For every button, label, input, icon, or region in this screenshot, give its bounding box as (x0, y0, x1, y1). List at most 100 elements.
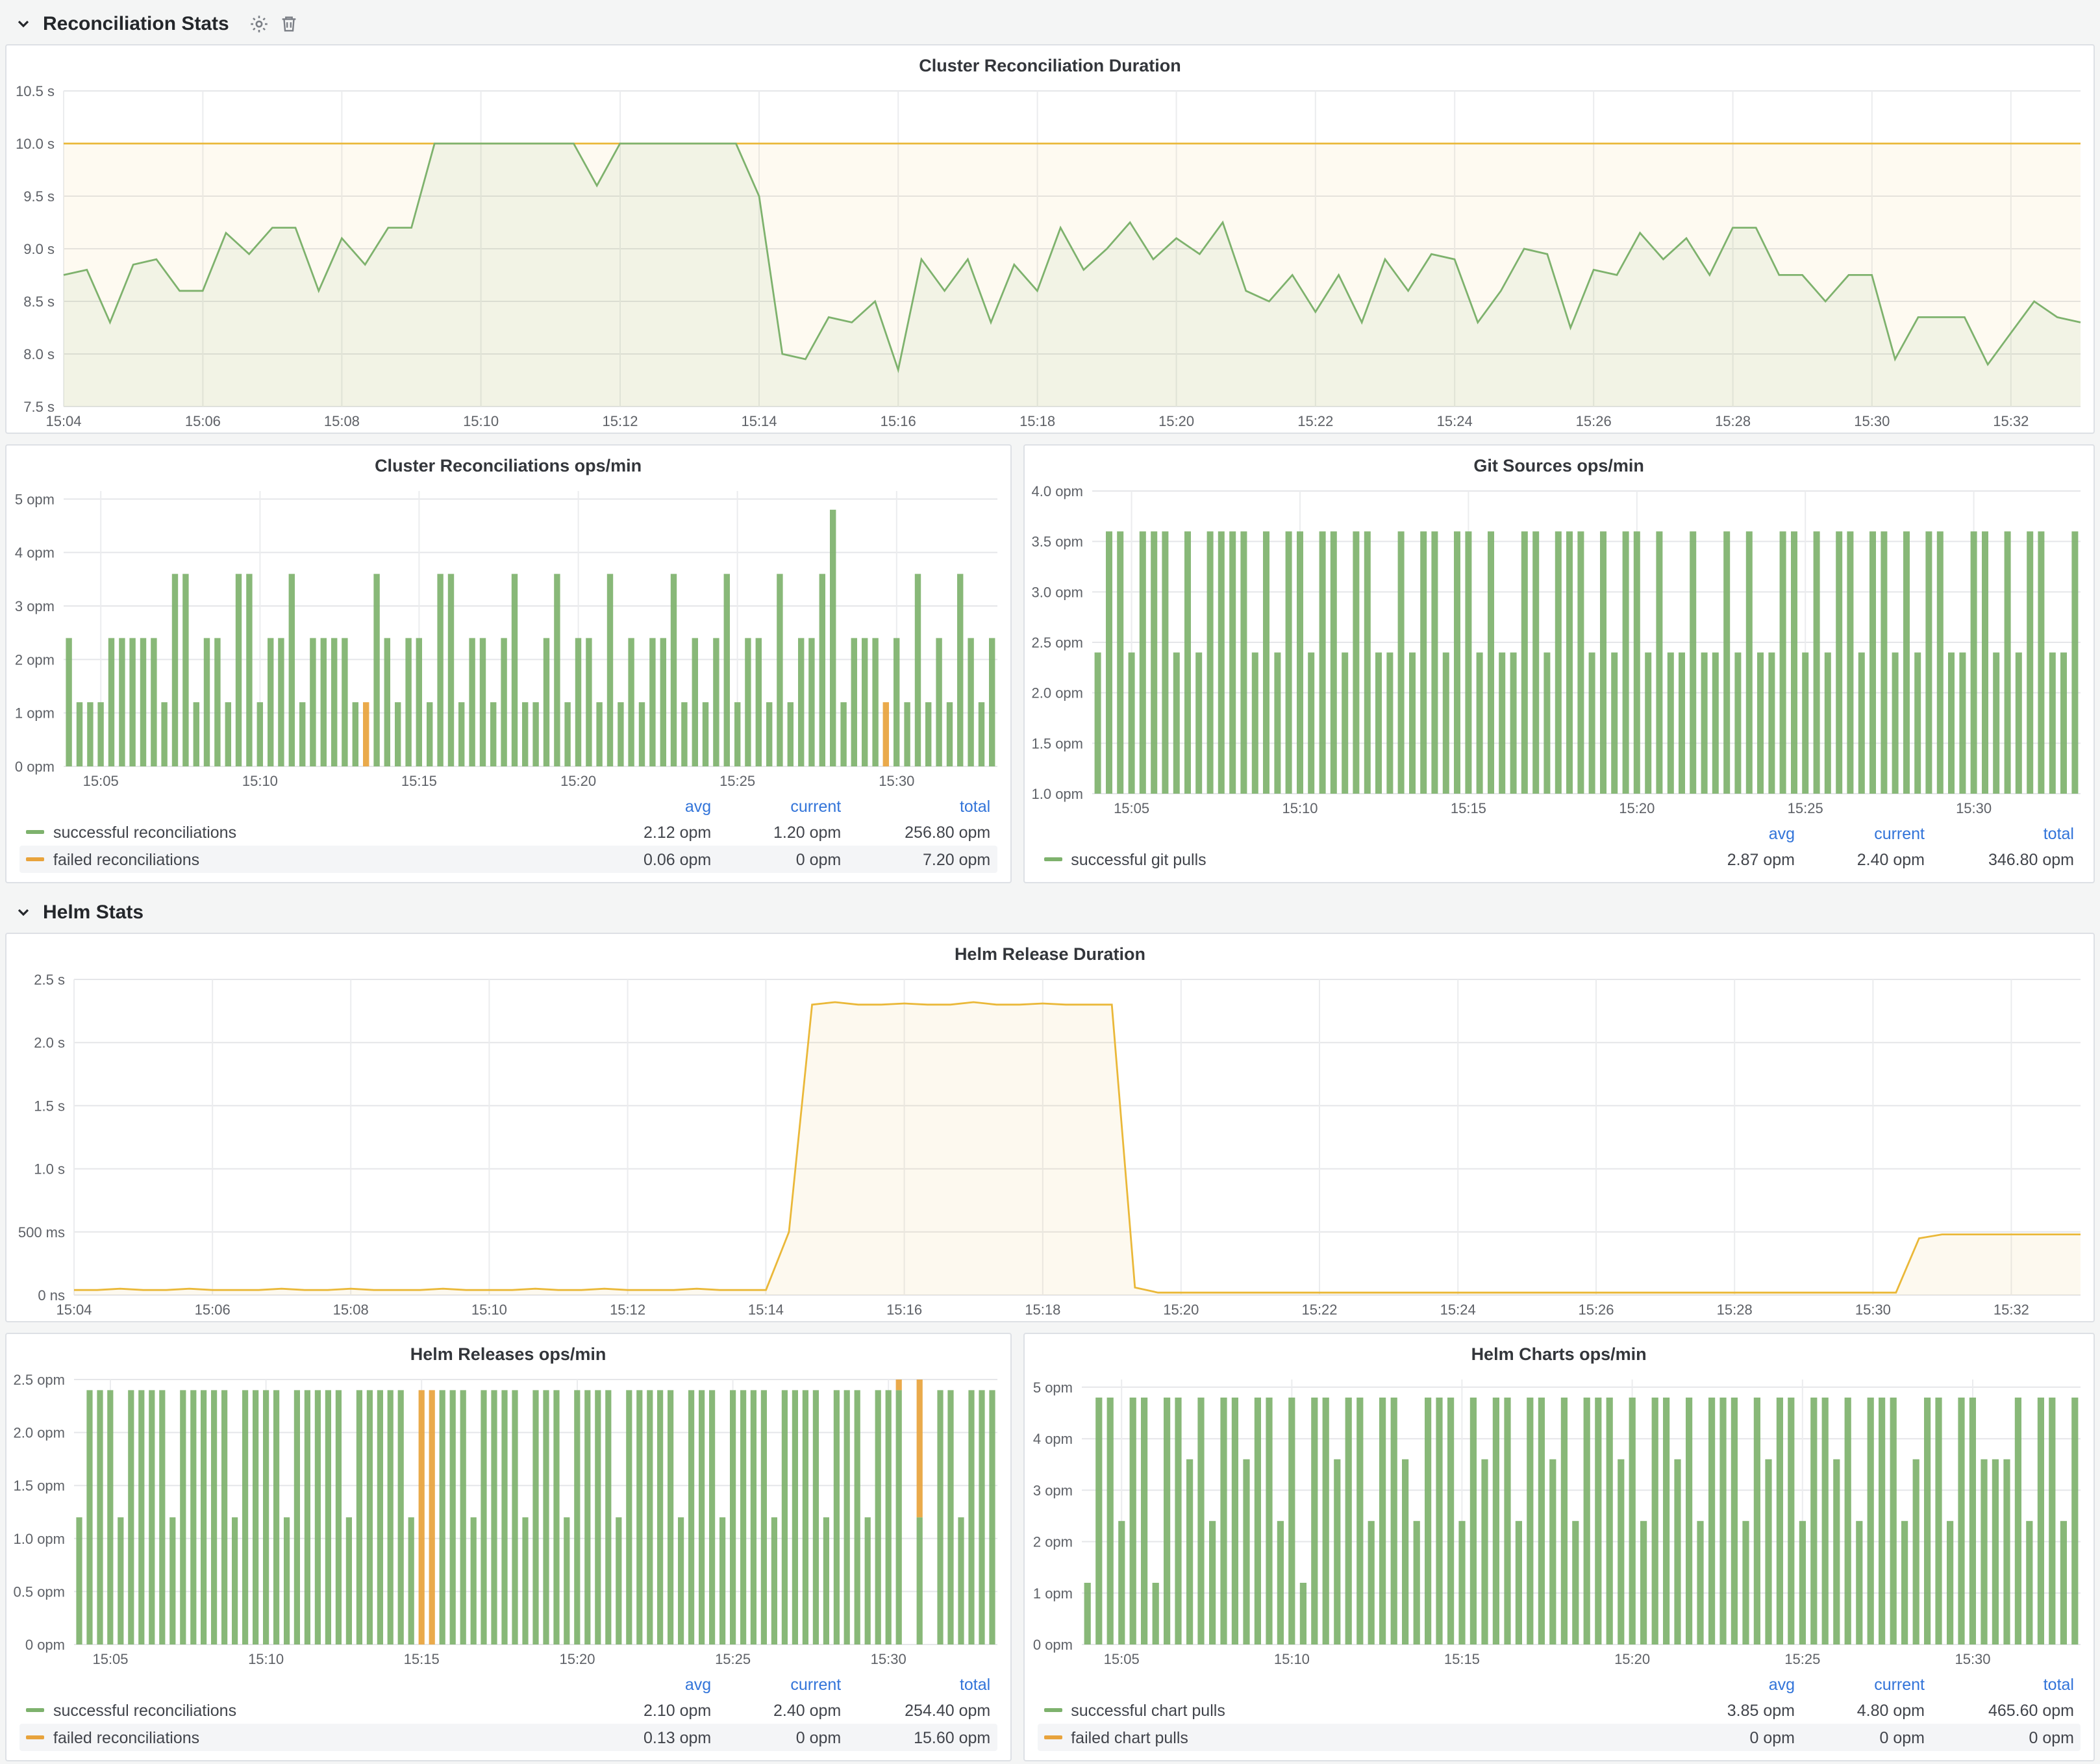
svg-text:15:15: 15:15 (404, 1651, 440, 1667)
legend-item-successful-git-pulls[interactable]: successful git pulls (1044, 850, 1678, 868)
svg-text:15:28: 15:28 (1717, 1302, 1753, 1318)
section-reconciliation-stats[interactable]: Reconciliation Stats (0, 0, 2100, 44)
grafana-dashboard: Reconciliation Stats Cluster Reconciliat… (0, 0, 2100, 1764)
svg-text:500 ms: 500 ms (18, 1224, 65, 1241)
svg-text:15:25: 15:25 (715, 1651, 751, 1667)
svg-text:0 opm: 0 opm (15, 759, 55, 775)
chevron-down-icon (13, 901, 34, 922)
svg-text:1.0 opm: 1.0 opm (1031, 786, 1083, 802)
series-swatch (1044, 1735, 1062, 1739)
panel-title[interactable]: Cluster Reconciliations ops/min (6, 446, 1010, 478)
legend-item-failed-reconciliations[interactable]: failed reconciliations (26, 850, 594, 868)
svg-text:3 opm: 3 opm (15, 598, 55, 614)
svg-text:15:16: 15:16 (886, 1302, 922, 1318)
legend-avg-value: 3.85 opm (1678, 1701, 1795, 1719)
legend-row: successful chart pulls 3.85 opm 4.80 opm… (1037, 1696, 2081, 1724)
svg-text:1.5 s: 1.5 s (34, 1098, 65, 1114)
section-helm-stats[interactable]: Helm Stats (0, 888, 2100, 933)
helm-release-duration-chart[interactable]: 0 ns500 ms1.0 s1.5 s2.0 s2.5 s15:0415:06… (6, 966, 2094, 1321)
svg-text:15:18: 15:18 (1025, 1302, 1060, 1318)
panel-title[interactable]: Helm Releases ops/min (6, 1334, 1010, 1367)
legend-current-value: 0 opm (711, 1728, 841, 1746)
series-swatch (26, 1735, 44, 1739)
svg-text:2.5 s: 2.5 s (34, 972, 65, 988)
panel-title[interactable]: Helm Release Duration (6, 934, 2094, 966)
svg-text:15:22: 15:22 (1297, 413, 1333, 429)
svg-text:15:15: 15:15 (1450, 800, 1486, 816)
svg-text:10.5 s: 10.5 s (16, 83, 55, 99)
cluster-reconciliations-ops-chart[interactable]: 0 opm1 opm2 opm3 opm4 opm5 opm15:0515:10… (6, 478, 1010, 792)
legend-avg-value: 0 opm (1678, 1728, 1795, 1746)
svg-text:15:08: 15:08 (324, 413, 360, 429)
svg-text:15:30: 15:30 (879, 773, 914, 789)
svg-text:3.0 opm: 3.0 opm (1031, 584, 1083, 600)
svg-text:3.5 opm: 3.5 opm (1031, 534, 1083, 550)
gear-icon[interactable] (249, 13, 269, 34)
legend-current-value: 0 opm (711, 850, 841, 868)
svg-text:5 opm: 5 opm (1032, 1380, 1072, 1396)
svg-text:15:30: 15:30 (1955, 800, 1991, 816)
svg-text:15:06: 15:06 (185, 413, 221, 429)
legend-item-successful-reconciliations[interactable]: successful reconciliations (26, 823, 594, 841)
legend-header-avg[interactable]: avg (594, 798, 711, 816)
panel-title[interactable]: Git Sources ops/min (1024, 446, 2094, 478)
legend-header-avg[interactable]: avg (594, 1676, 711, 1694)
legend-header-avg[interactable]: avg (1678, 1676, 1795, 1694)
svg-text:15:12: 15:12 (610, 1302, 645, 1318)
legend-header-total[interactable]: total (1925, 825, 2074, 843)
legend-item-successful-chart-pulls[interactable]: successful chart pulls (1044, 1701, 1678, 1719)
legend: avg current total successful reconciliat… (6, 792, 1010, 882)
svg-text:15:06: 15:06 (195, 1302, 231, 1318)
legend-avg-value: 0.06 opm (594, 850, 711, 868)
legend-header-current[interactable]: current (711, 798, 841, 816)
panel-title[interactable]: Helm Charts ops/min (1024, 1334, 2094, 1367)
legend-total-value: 346.80 opm (1925, 850, 2074, 868)
legend-header-current[interactable]: current (711, 1676, 841, 1694)
trash-icon[interactable] (279, 13, 299, 34)
svg-text:15:26: 15:26 (1578, 1302, 1614, 1318)
svg-text:3 opm: 3 opm (1032, 1482, 1072, 1498)
git-sources-ops-chart[interactable]: 1.0 opm1.5 opm2.0 opm2.5 opm3.0 opm3.5 o… (1024, 478, 2094, 820)
svg-text:2.5 opm: 2.5 opm (1031, 635, 1083, 651)
legend-row: successful reconciliations 2.12 opm 1.20… (19, 818, 997, 846)
svg-text:0.5 opm: 0.5 opm (14, 1583, 66, 1600)
svg-text:15:05: 15:05 (1113, 800, 1149, 816)
svg-text:0 opm: 0 opm (1032, 1637, 1072, 1653)
legend-label: successful reconciliations (53, 823, 236, 841)
svg-text:15:32: 15:32 (1994, 1302, 2029, 1318)
legend-header-current[interactable]: current (1795, 1676, 1925, 1694)
svg-text:15:14: 15:14 (741, 413, 777, 429)
legend-item-successful-reconciliations[interactable]: successful reconciliations (26, 1701, 594, 1719)
svg-text:15:04: 15:04 (45, 413, 81, 429)
svg-text:4.0 opm: 4.0 opm (1031, 483, 1083, 499)
svg-text:2.0 opm: 2.0 opm (1031, 685, 1083, 701)
legend-current-value: 1.20 opm (711, 823, 841, 841)
legend-label: failed reconciliations (53, 850, 199, 868)
legend-header-total[interactable]: total (841, 798, 990, 816)
legend-header-avg[interactable]: avg (1678, 825, 1795, 843)
svg-text:15:20: 15:20 (1158, 413, 1194, 429)
legend-item-failed-reconciliations[interactable]: failed reconciliations (26, 1728, 594, 1746)
svg-text:15:16: 15:16 (881, 413, 916, 429)
panel-title[interactable]: Cluster Reconciliation Duration (6, 45, 2094, 78)
series-swatch (1044, 857, 1062, 861)
legend-header-total[interactable]: total (1925, 1676, 2074, 1694)
svg-text:15:30: 15:30 (871, 1651, 906, 1667)
svg-text:15:10: 15:10 (1282, 800, 1318, 816)
legend-item-failed-chart-pulls[interactable]: failed chart pulls (1044, 1728, 1678, 1746)
svg-text:1.0 s: 1.0 s (34, 1161, 65, 1178)
legend-header-total[interactable]: total (841, 1676, 990, 1694)
helm-releases-ops-chart[interactable]: 0 opm0.5 opm1.0 opm1.5 opm2.0 opm2.5 opm… (6, 1367, 1010, 1670)
svg-text:2 opm: 2 opm (15, 651, 55, 668)
helm-charts-ops-chart[interactable]: 0 opm1 opm2 opm3 opm4 opm5 opm15:0515:10… (1024, 1367, 2094, 1670)
svg-text:15:32: 15:32 (1993, 413, 2029, 429)
svg-text:15:10: 15:10 (248, 1651, 284, 1667)
cluster-reconciliation-duration-chart[interactable]: 7.5 s8.0 s8.5 s9.0 s9.5 s10.0 s10.5 s15:… (6, 78, 2094, 433)
svg-text:15:24: 15:24 (1440, 1302, 1476, 1318)
series-swatch (26, 830, 44, 834)
legend-total-value: 0 opm (1925, 1728, 2074, 1746)
legend-header-current[interactable]: current (1795, 825, 1925, 843)
svg-text:2.0 s: 2.0 s (34, 1035, 65, 1051)
svg-text:15:10: 15:10 (471, 1302, 507, 1318)
svg-text:5 opm: 5 opm (15, 491, 55, 507)
